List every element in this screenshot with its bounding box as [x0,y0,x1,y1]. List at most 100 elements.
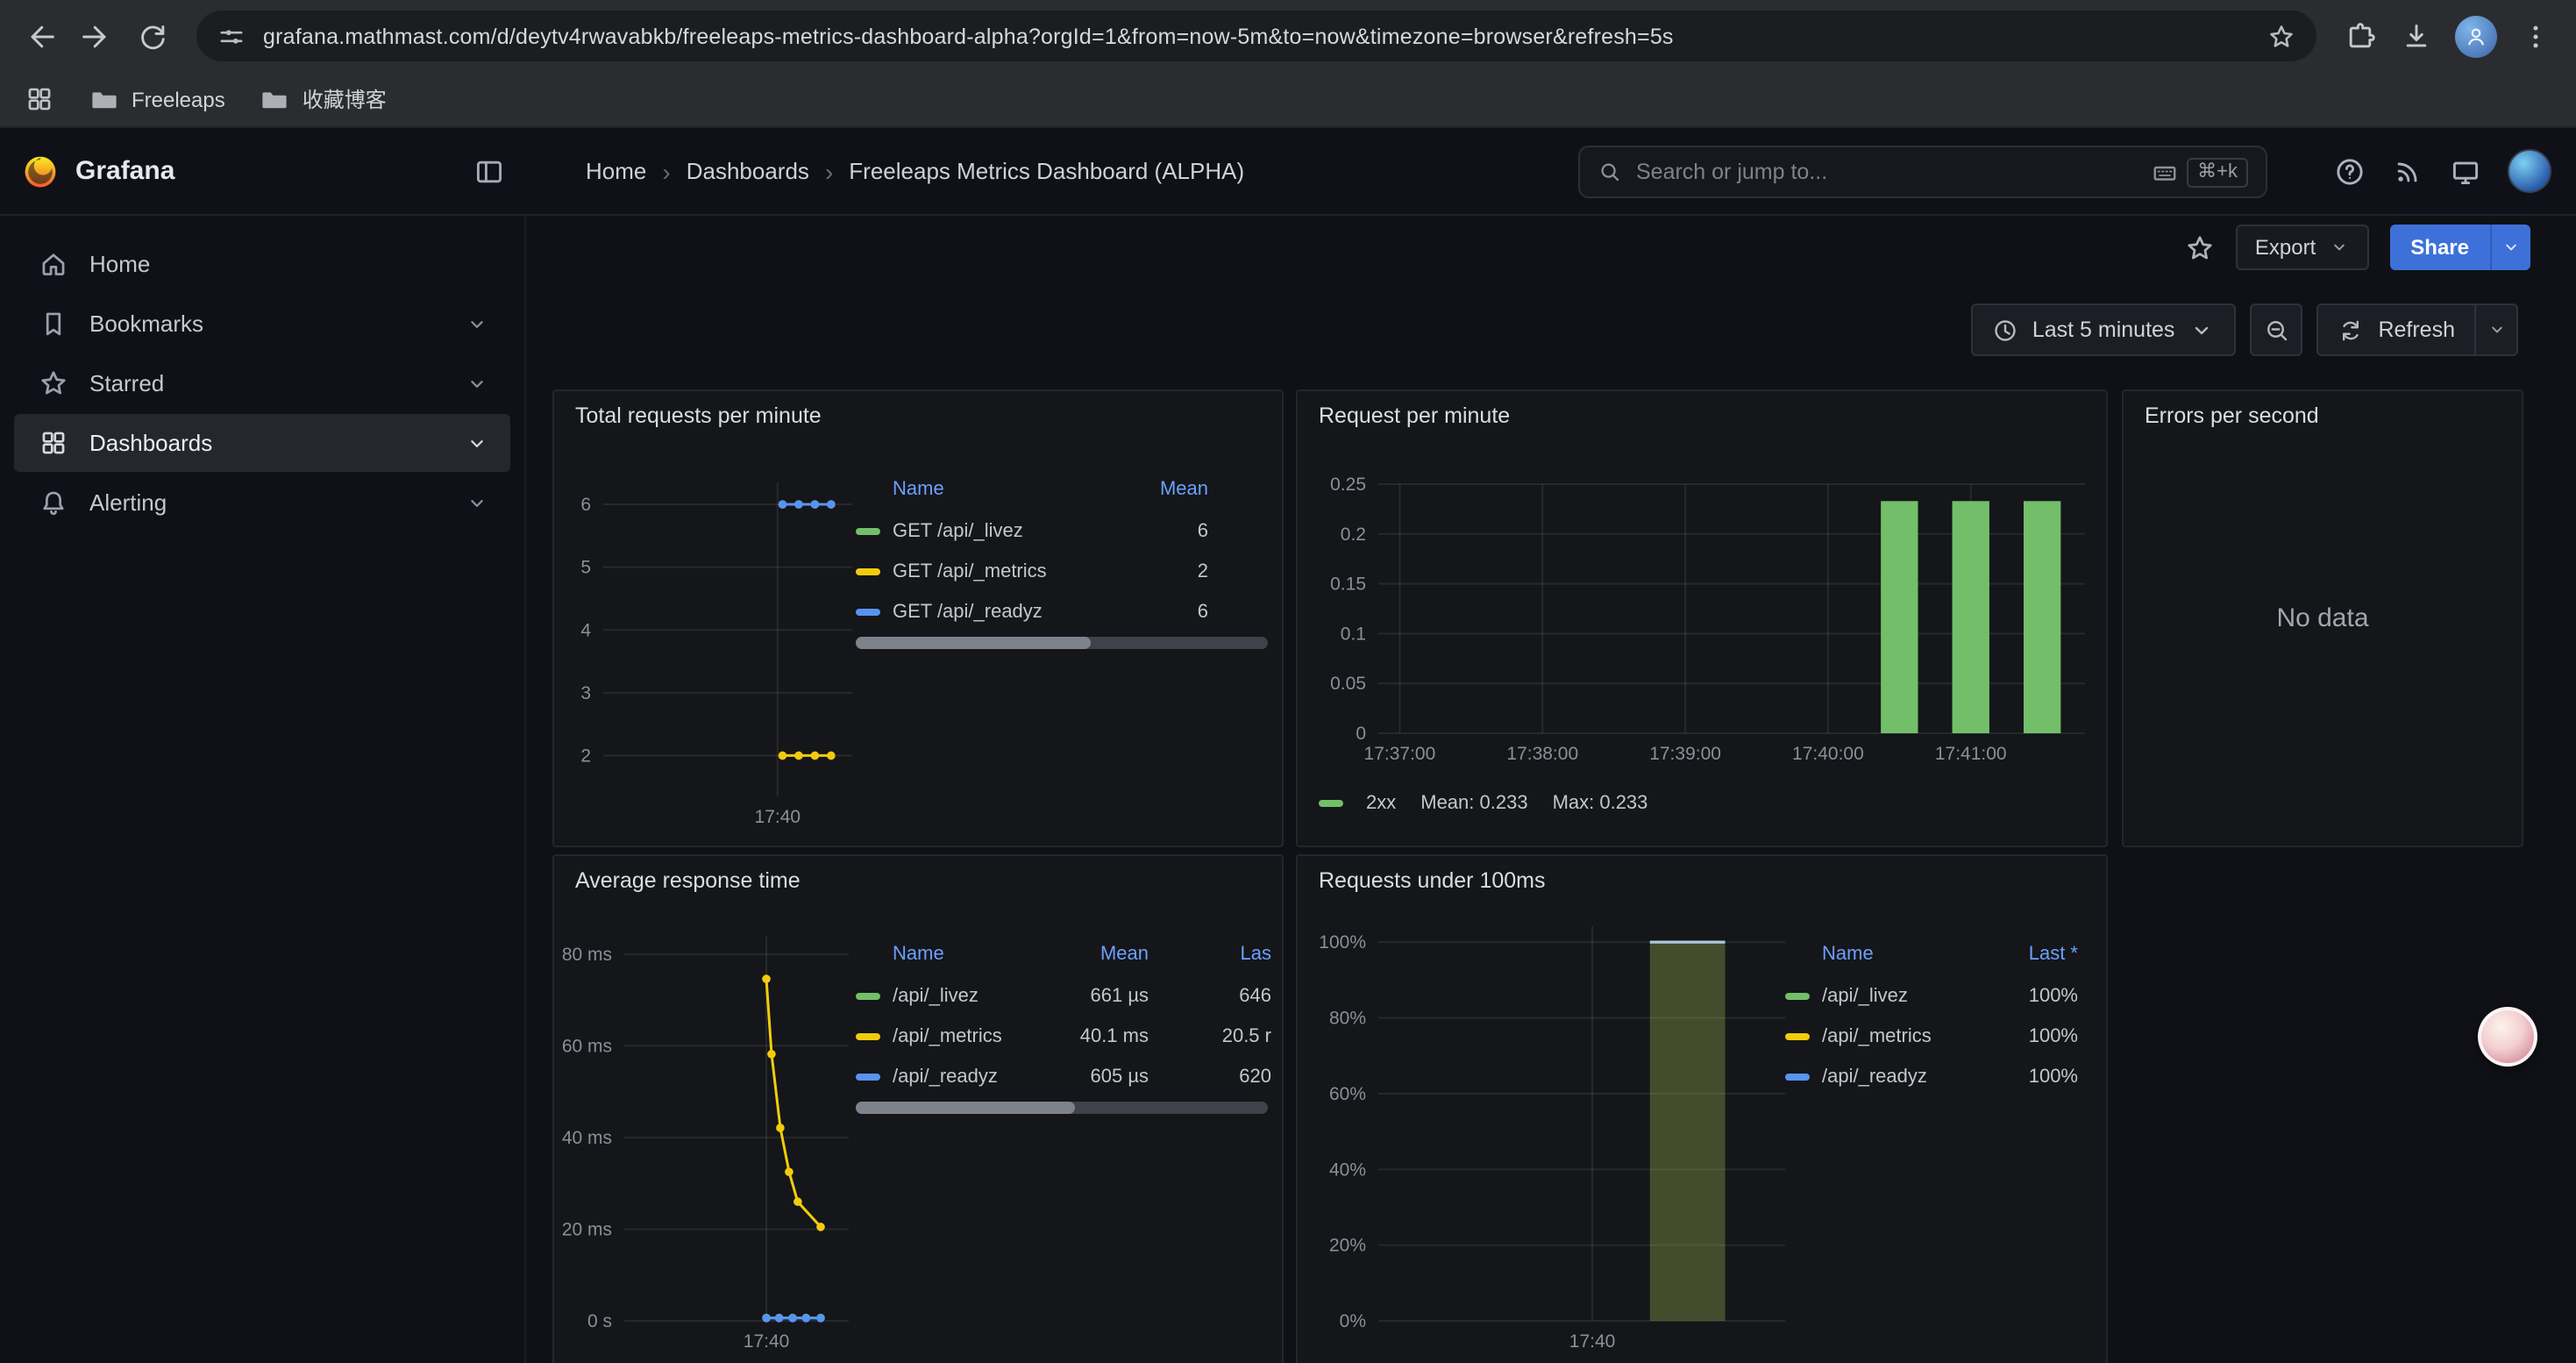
legend-row[interactable]: /api/_readyz 605 µs 620 [856,1056,1271,1096]
sidebar-item-label: Starred [89,370,164,396]
user-avatar[interactable] [2508,149,2551,193]
svg-text:17:37:00: 17:37:00 [1364,744,1436,764]
legend-row[interactable]: /api/_metrics 100% [1785,1016,2092,1056]
series-name[interactable]: /api/_readyz [893,1066,998,1087]
news-rss-icon[interactable] [2392,155,2423,187]
clock-icon [1992,317,2018,343]
share-dropdown-caret[interactable] [2490,225,2530,270]
legend-col-last[interactable]: Last * [1990,944,2078,965]
svg-text:2: 2 [580,746,591,766]
sidebar-item-home[interactable]: Home [14,235,510,293]
legend-row[interactable]: /api/_livez 661 µs 646 [856,975,1271,1016]
sidebar-item-dashboards[interactable]: Dashboards [14,414,510,472]
legend-scrollbar[interactable] [856,637,1268,649]
reload-button[interactable] [126,10,179,62]
series-name[interactable]: 2xx [1366,793,1396,814]
series-chip [1785,992,1810,999]
panel-title[interactable]: Request per minute [1298,391,2106,435]
downloads-icon[interactable] [2390,10,2443,62]
scrollbar-thumb[interactable] [856,637,1091,649]
series-last: 100% [1990,1066,2078,1087]
sidebar-item-starred[interactable]: Starred [14,354,510,412]
legend-col-name[interactable]: Name [856,944,1043,965]
series-name[interactable]: GET /api/_metrics [893,560,1047,582]
series-last: 100% [1990,985,2078,1006]
legend-table: Name Last * /api/_livez 100% /api/_metri… [1785,933,2092,1096]
chevron-down-icon [2188,317,2215,343]
legend-row[interactable]: /api/_readyz 100% [1785,1056,2092,1096]
panel-title[interactable]: Requests under 100ms [1298,856,2106,900]
legend-row[interactable]: /api/_livez 100% [1785,975,2092,1016]
svg-text:20%: 20% [1329,1236,1366,1256]
share-button[interactable]: Share [2389,225,2490,270]
forward-button[interactable] [70,10,123,62]
chart-total-requests[interactable]: 17:4065432 [561,465,859,842]
bookmark-freeleaps[interactable]: Freeleaps [89,84,225,114]
series-name[interactable]: GET /api/_readyz [893,601,1042,622]
legend-col-name[interactable]: Name [856,479,1103,500]
series-name[interactable]: /api/_livez [1822,985,1908,1006]
chevron-down-icon[interactable] [465,431,489,455]
breadcrumb-dashboards[interactable]: Dashboards [687,158,809,184]
panel-requests-under-100ms: Requests under 100ms 17:40100%80%60%40%2… [1296,854,2108,1363]
sidebar-item-bookmarks[interactable]: Bookmarks [14,295,510,353]
refresh-interval-caret[interactable] [2476,303,2518,356]
chevron-down-icon[interactable] [465,371,489,396]
legend-scrollbar[interactable] [856,1102,1268,1114]
legend-row[interactable]: GET /api/_readyz 6 [856,591,1271,632]
legend-col-last[interactable]: Las [1149,944,1271,965]
sidebar-toggle-icon[interactable] [473,155,505,187]
legend-col-mean[interactable]: Mean [1043,944,1149,965]
favorite-star-icon[interactable] [2185,232,2215,262]
url-bar[interactable]: grafana.mathmast.com/d/deytv4rwavabkb/fr… [196,11,2316,61]
svg-text:0.25: 0.25 [1330,475,1366,495]
series-name[interactable]: /api/_metrics [893,1025,1002,1046]
zoom-out-button[interactable] [2250,303,2302,356]
bookmark-star-icon[interactable] [2267,22,2295,50]
chevron-down-icon[interactable] [465,490,489,515]
legend-col-mean[interactable]: Mean [1103,479,1208,500]
refresh-button[interactable]: Refresh [2316,303,2476,356]
series-name[interactable]: /api/_readyz [1822,1066,1927,1087]
chart-average-response-time[interactable]: 17:4080 ms60 ms40 ms20 ms0 s [561,926,859,1363]
export-button[interactable]: Export [2236,225,2368,270]
time-range-picker[interactable]: Last 5 minutes [1971,303,2237,356]
legend-series[interactable]: 2xx [1319,793,1396,814]
chart-requests-under-100ms[interactable]: 17:40100%80%60%40%20%0% [1308,926,1796,1363]
series-chip [1785,1073,1810,1080]
extensions-icon[interactable] [2334,10,2387,62]
grafana-logo-icon[interactable] [21,152,60,190]
url-text[interactable]: grafana.mathmast.com/d/deytv4rwavabkb/fr… [263,24,2250,48]
monitor-icon[interactable] [2450,155,2481,187]
sidebar-item-label: Alerting [89,489,167,516]
apps-grid-icon[interactable] [25,84,54,114]
search-box[interactable]: Search or jump to... ⌘+k [1578,146,2267,198]
series-last: 20.5 r [1149,1025,1271,1046]
panel-title[interactable]: Total requests per minute [554,391,1282,435]
chart-request-per-minute[interactable]: 17:37:0017:38:0017:39:0017:40:0017:41:00… [1308,461,2099,812]
series-name[interactable]: GET /api/_livez [893,520,1023,541]
series-name[interactable]: /api/_metrics [1822,1025,1932,1046]
svg-text:40%: 40% [1329,1160,1366,1180]
reload-icon [137,20,168,52]
scrollbar-thumb[interactable] [856,1102,1074,1114]
svg-text:0 s: 0 s [587,1311,612,1331]
sidebar-item-alerting[interactable]: Alerting [14,474,510,532]
browser-profile-avatar[interactable] [2455,15,2497,57]
back-button[interactable] [14,10,67,62]
forward-icon [81,20,112,52]
legend-col-name[interactable]: Name [1785,944,1990,965]
site-info-icon[interactable] [217,22,246,50]
browser-menu-icon[interactable] [2509,10,2562,62]
legend-inline: 2xx Mean: 0.233 Max: 0.233 [1319,793,1647,814]
series-name[interactable]: /api/_livez [893,985,978,1006]
panel-title[interactable]: Average response time [554,856,1282,900]
floating-avatar[interactable] [2478,1007,2537,1067]
legend-row[interactable]: GET /api/_livez 6 [856,510,1271,551]
legend-row[interactable]: GET /api/_metrics 2 [856,551,1271,591]
chevron-down-icon[interactable] [465,311,489,336]
breadcrumb-home[interactable]: Home [586,158,646,184]
legend-row[interactable]: /api/_metrics 40.1 ms 20.5 r [856,1016,1271,1056]
bookmark-blogs[interactable]: 收藏博客 [260,84,387,114]
help-icon[interactable] [2334,155,2366,187]
